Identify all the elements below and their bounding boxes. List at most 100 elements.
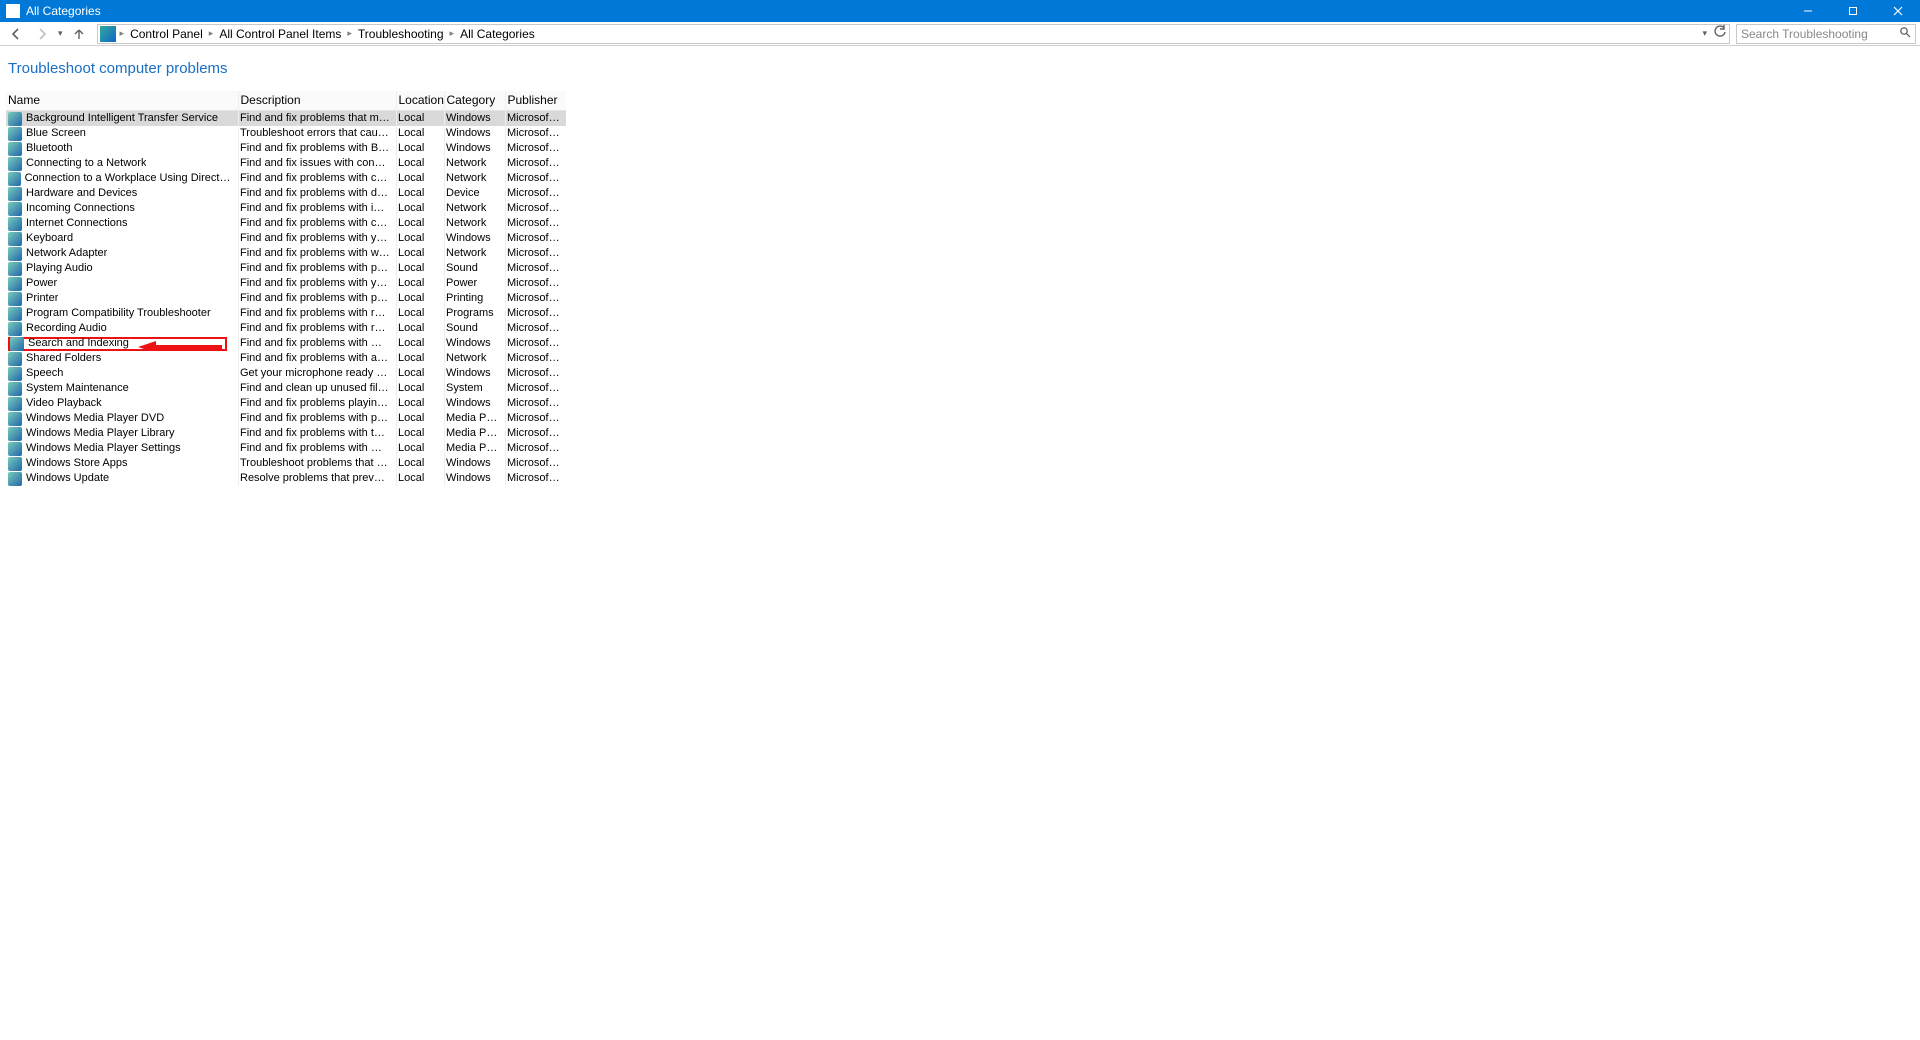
cell-description: Find and fix problems with printi... — [238, 291, 396, 306]
nav-up-button[interactable] — [67, 24, 91, 44]
column-header-description[interactable]: Description — [238, 91, 396, 111]
cell-name[interactable]: Search and Indexing — [6, 336, 238, 351]
minimize-button[interactable] — [1785, 0, 1830, 22]
table-row[interactable]: Connection to a Workplace Using DirectAc… — [6, 171, 566, 186]
cell-name[interactable]: Windows Media Player DVD — [6, 411, 238, 426]
address-history-dropdown[interactable]: ▾ — [1700, 28, 1709, 39]
table-row[interactable]: Search and IndexingFind and fix problems… — [6, 336, 566, 351]
breadcrumb-item[interactable]: All Control Panel Items — [215, 27, 345, 41]
search-icon — [1899, 26, 1911, 41]
column-header-location[interactable]: Location — [396, 91, 444, 111]
table-row[interactable]: Windows Media Player DVDFind and fix pro… — [6, 411, 566, 426]
table-row[interactable]: Incoming ConnectionsFind and fix problem… — [6, 201, 566, 216]
cell-description: Find and fix problems with incom... — [238, 201, 396, 216]
cell-name[interactable]: Windows Media Player Library — [6, 426, 238, 441]
table-row[interactable]: Blue ScreenTroubleshoot errors that caus… — [6, 126, 566, 141]
address-breadcrumb[interactable]: ▸ Control Panel ▸ All Control Panel Item… — [97, 24, 1730, 44]
cell-description: Find and fix issues with connecti... — [238, 156, 396, 171]
cell-name[interactable]: Printer — [6, 291, 238, 306]
row-name-label: Recording Audio — [26, 321, 107, 336]
table-row[interactable]: Network AdapterFind and fix problems wit… — [6, 246, 566, 261]
cell-name[interactable]: Shared Folders — [6, 351, 238, 366]
cell-description: Find and fix problems with conne... — [238, 216, 396, 231]
cell-name[interactable]: Recording Audio — [6, 321, 238, 336]
cell-name[interactable]: Blue Screen — [6, 126, 238, 141]
cell-name[interactable]: Hardware and Devices — [6, 186, 238, 201]
table-row[interactable]: Windows Media Player Settings Find and fi… — [6, 441, 566, 456]
recent-locations-dropdown[interactable]: ▾ — [56, 28, 65, 39]
table-row[interactable]: PrinterFind and fix problems with printi… — [6, 291, 566, 306]
maximize-button[interactable] — [1830, 0, 1875, 22]
breadcrumb-item[interactable]: Troubleshooting — [354, 27, 448, 41]
table-row[interactable]: Recording AudioFind and fix problems wit… — [6, 321, 566, 336]
cell-location: Local — [396, 351, 444, 366]
close-button[interactable] — [1875, 0, 1920, 22]
cell-location: Local — [396, 426, 444, 441]
cell-name[interactable]: Playing Audio — [6, 261, 238, 276]
row-name-label: Network Adapter — [26, 246, 107, 261]
cell-name[interactable]: Background Intelligent Transfer Service — [6, 111, 238, 126]
table-row[interactable]: Internet ConnectionsFind and fix problem… — [6, 216, 566, 231]
cell-name[interactable]: Speech — [6, 366, 238, 381]
cell-name[interactable]: Windows Store Apps — [6, 456, 238, 471]
cell-name[interactable]: System Maintenance — [6, 381, 238, 396]
table-row[interactable]: Program Compatibility TroubleshooterFind… — [6, 306, 566, 321]
troubleshooter-icon — [8, 457, 22, 471]
table-row[interactable]: Video PlaybackFind and fix problems play… — [6, 396, 566, 411]
row-name-label: Windows Store Apps — [26, 456, 128, 471]
cell-name[interactable]: Program Compatibility Troubleshooter — [6, 306, 238, 321]
cell-publisher: Microsoft ... — [505, 126, 566, 141]
cell-publisher: Microsoft ... — [505, 201, 566, 216]
cell-publisher: Microsoft ... — [505, 111, 566, 127]
cell-name[interactable]: Windows Media Player Settings — [6, 441, 238, 456]
row-name-label: Windows Media Player Settings — [26, 441, 181, 456]
cell-category: Network — [444, 201, 505, 216]
cell-name[interactable]: Connecting to a Network — [6, 156, 238, 171]
cell-name[interactable]: Windows Update — [6, 471, 238, 486]
table-row[interactable]: Playing AudioFind and fix problems with … — [6, 261, 566, 276]
cell-description: Find and fix problems with Wind... — [238, 336, 396, 351]
row-name-label: Connection to a Workplace Using DirectAc… — [25, 171, 232, 186]
cell-location: Local — [396, 396, 444, 411]
column-header-category[interactable]: Category — [444, 91, 505, 111]
table-row[interactable]: Hardware and DevicesFind and fix problem… — [6, 186, 566, 201]
table-row[interactable]: PowerFind and fix problems with your c..… — [6, 276, 566, 291]
breadcrumb-item[interactable]: Control Panel — [126, 27, 207, 41]
cell-name[interactable]: Network Adapter — [6, 246, 238, 261]
troubleshooter-icon — [8, 112, 22, 126]
cell-name[interactable]: Internet Connections — [6, 216, 238, 231]
cell-name[interactable]: Bluetooth — [6, 141, 238, 156]
refresh-button[interactable] — [1713, 25, 1727, 42]
cell-name[interactable]: Keyboard — [6, 231, 238, 246]
cell-name[interactable]: Power — [6, 276, 238, 291]
breadcrumb-item[interactable]: All Categories — [456, 27, 539, 41]
cell-name[interactable]: Video Playback — [6, 396, 238, 411]
cell-category: Programs — [444, 306, 505, 321]
cell-description: Find and fix problems with Wind... — [238, 441, 396, 456]
troubleshooter-icon — [8, 127, 22, 141]
search-input[interactable]: Search Troubleshooting — [1736, 24, 1916, 44]
navbar: ▾ ▸ Control Panel ▸ All Control Panel It… — [0, 22, 1920, 46]
table-row[interactable]: SpeechGet your microphone ready and f...… — [6, 366, 566, 381]
table-row[interactable]: Connecting to a NetworkFind and fix issu… — [6, 156, 566, 171]
cell-publisher: Microsoft ... — [505, 336, 566, 351]
cell-publisher: Microsoft ... — [505, 276, 566, 291]
row-name-label: Keyboard — [26, 231, 73, 246]
table-row[interactable]: Windows UpdateResolve problems that prev… — [6, 471, 566, 486]
table-row[interactable]: System MaintenanceFind and clean up unus… — [6, 381, 566, 396]
cell-publisher: Microsoft ... — [505, 186, 566, 201]
cell-category: Media Pla... — [444, 411, 505, 426]
column-header-name[interactable]: Name — [6, 91, 238, 111]
cell-name[interactable]: Connection to a Workplace Using DirectAc… — [6, 171, 238, 186]
nav-forward-button[interactable] — [30, 24, 54, 44]
table-row[interactable]: Windows Media Player LibraryFind and fix… — [6, 426, 566, 441]
cell-name[interactable]: Incoming Connections — [6, 201, 238, 216]
table-row[interactable]: KeyboardFind and fix problems with your … — [6, 231, 566, 246]
table-row[interactable]: Background Intelligent Transfer ServiceF… — [6, 111, 566, 127]
column-header-publisher[interactable]: Publisher — [505, 91, 566, 111]
nav-back-button[interactable] — [4, 24, 28, 44]
table-row[interactable]: Shared FoldersFind and fix problems with… — [6, 351, 566, 366]
table-row[interactable]: BluetoothFind and fix problems with Blue… — [6, 141, 566, 156]
cell-description: Find and fix problems playing mo... — [238, 396, 396, 411]
table-row[interactable]: Windows Store AppsTroubleshoot problems … — [6, 456, 566, 471]
